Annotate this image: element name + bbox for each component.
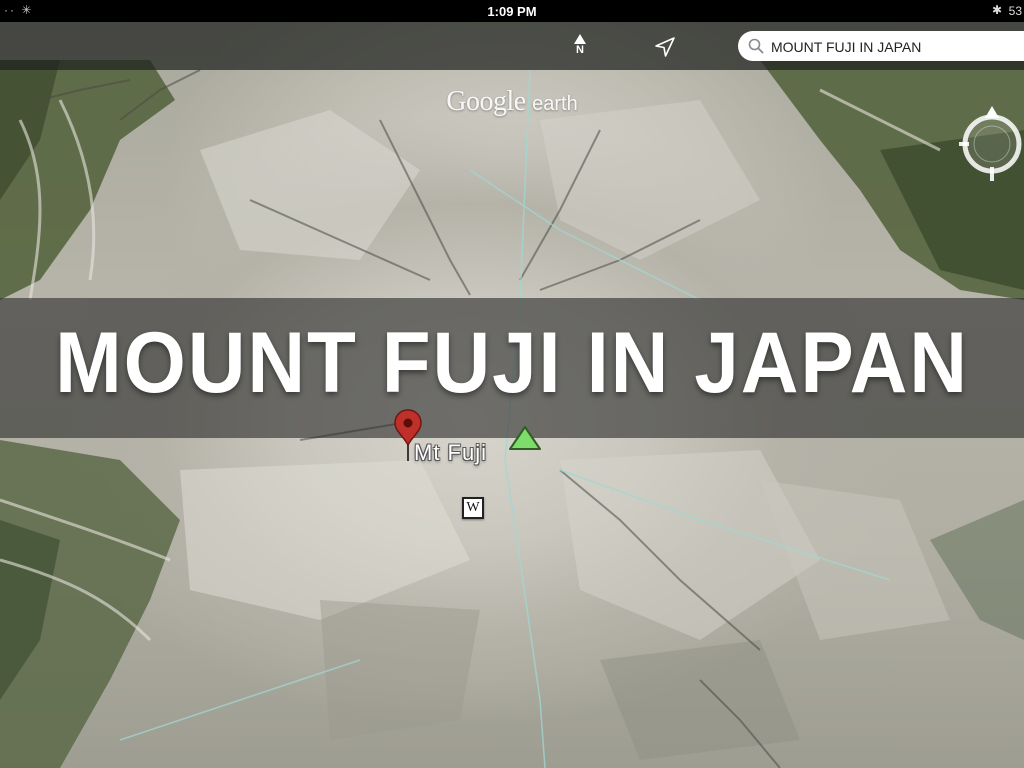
status-time: 1:09 PM	[487, 4, 537, 19]
location-arrow-icon	[655, 37, 675, 57]
place-label-mt-fuji[interactable]: Mt Fuji	[414, 440, 487, 466]
mountain-peak-icon[interactable]	[508, 425, 542, 451]
google-earth-logo: Google earth	[0, 86, 1024, 118]
title-overlay: MOUNT FUJI IN JAPAN	[0, 298, 1024, 438]
north-button[interactable]: N	[566, 34, 594, 62]
search-box[interactable]	[738, 31, 1024, 61]
search-icon	[748, 38, 764, 54]
logo-earth-text: earth	[532, 93, 578, 115]
top-toolbar: N	[0, 22, 1024, 70]
logo-google-text: Google	[446, 86, 526, 117]
my-location-button[interactable]	[652, 34, 678, 60]
battery-level: 53	[1008, 4, 1022, 18]
north-arrow-icon	[574, 34, 586, 44]
north-label: N	[576, 44, 584, 56]
bluetooth-icon: ✱	[991, 3, 1002, 17]
wikipedia-icon[interactable]: W	[462, 497, 484, 519]
status-bar: ·· ✳ 1:09 PM ✱ 53	[0, 0, 1024, 22]
compass-icon[interactable]	[952, 104, 1024, 184]
overlay-title: MOUNT FUJI IN JAPAN	[55, 315, 969, 411]
search-input[interactable]	[769, 35, 1024, 59]
